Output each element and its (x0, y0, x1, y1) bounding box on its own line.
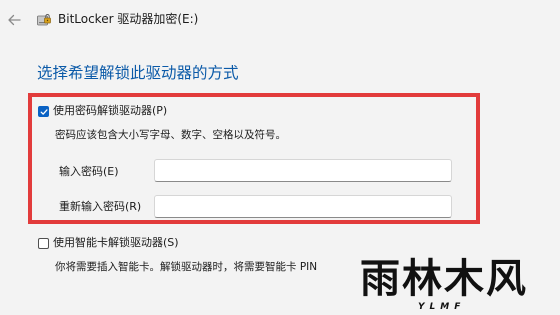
password-option-label[interactable]: 使用密码解锁驱动器(P) (53, 104, 167, 118)
smartcard-checkbox[interactable] (38, 238, 49, 249)
password-description: 密码应该包含大小写字母、数字、空格以及符号。 (55, 129, 286, 141)
enter-password-label: 输入密码(E) (59, 165, 119, 178)
watermark-logo: 雨林木风 YLMF (360, 256, 555, 314)
smartcard-option-label[interactable]: 使用智能卡解锁驱动器(S) (53, 236, 179, 250)
enter-password-input[interactable] (154, 159, 452, 182)
page-heading: 选择希望解锁此驱动器的方式 (37, 64, 239, 82)
title-bar: BitLocker 驱动器加密(E:) (0, 0, 560, 40)
reenter-password-input[interactable] (154, 195, 452, 218)
watermark-subtext: YLMF (418, 302, 466, 312)
window-title: BitLocker 驱动器加密(E:) (58, 12, 199, 26)
bitlocker-drive-icon (37, 14, 51, 26)
reenter-password-label: 重新输入密码(R) (59, 200, 142, 213)
back-arrow-icon[interactable] (6, 12, 22, 28)
watermark-text: 雨林木风 (360, 255, 528, 302)
smartcard-description: 你将需要插入智能卡。解锁驱动器时，将需要智能卡 PIN (55, 261, 318, 273)
password-checkbox[interactable] (38, 106, 49, 117)
checkmark-icon (40, 109, 48, 115)
